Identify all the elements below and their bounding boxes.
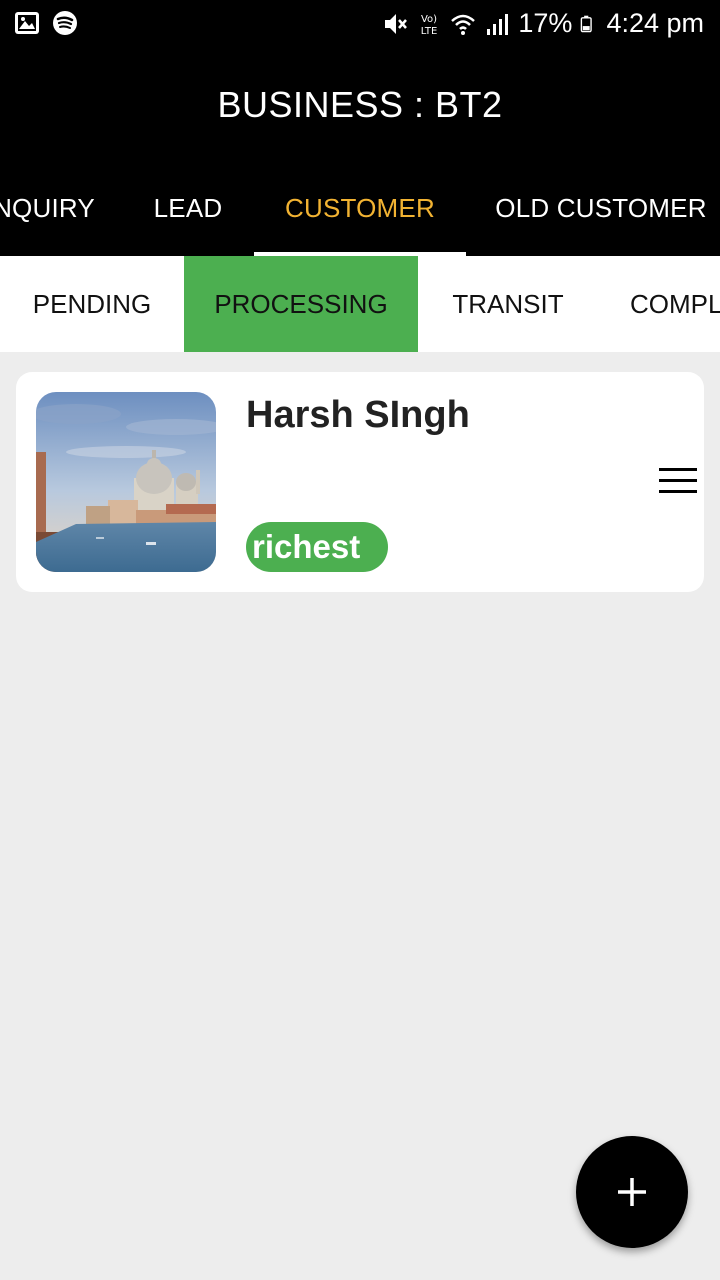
tab-enquiry[interactable]: NQUIRY [0, 160, 100, 256]
tab-pending[interactable]: PENDING [0, 256, 184, 352]
clock: 4:24 pm [606, 8, 704, 38]
image-icon [15, 12, 39, 34]
svg-text:Vo): Vo) [421, 14, 437, 25]
tab-lead[interactable]: LEAD [132, 160, 244, 256]
app-bar: BUSINESS : BT2 [0, 50, 720, 160]
tab-completed[interactable]: COMPL [598, 256, 720, 352]
mute-icon [385, 13, 408, 34]
tab-old-customer[interactable]: OLD CUSTOMER [486, 160, 716, 256]
plus-icon [618, 1178, 646, 1206]
tab-transit[interactable]: TRANSIT [418, 256, 598, 352]
tab-customer[interactable]: CUSTOMER [254, 160, 466, 256]
customer-name: Harsh SIngh [246, 394, 470, 436]
menu-icon[interactable] [659, 468, 699, 496]
status-left [14, 10, 78, 36]
signal-icon [487, 13, 509, 35]
status-bar: Vo) LTE 17% 4:24 pm [0, 0, 720, 50]
customer-thumbnail [36, 392, 216, 572]
spotify-icon [53, 11, 77, 35]
page-title: BUSINESS : BT2 [217, 84, 503, 125]
primary-tab-bar: NQUIRY LEAD CUSTOMER OLD CUSTOMER [0, 160, 720, 256]
screen: Vo) LTE 17% 4:24 pm BUSINESS: BT2 NQUIR… [0, 0, 720, 1280]
volte-icon: Vo) LTE [421, 14, 438, 37]
status-right: Vo) LTE 17% 4:24 pm [382, 8, 704, 39]
svg-text:LTE: LTE [421, 26, 438, 37]
venice-photo [36, 392, 216, 572]
battery-icon [581, 15, 593, 32]
battery-percent: 17% [518, 8, 573, 38]
customer-card[interactable]: Harsh SIngh richest [16, 372, 704, 592]
tab-processing[interactable]: PROCESSING [184, 256, 418, 352]
wifi-icon [451, 14, 476, 35]
status-badge: richest [246, 522, 389, 572]
status-tab-bar: PENDING PROCESSING TRANSIT COMPL [0, 256, 720, 352]
add-button[interactable] [576, 1136, 688, 1248]
